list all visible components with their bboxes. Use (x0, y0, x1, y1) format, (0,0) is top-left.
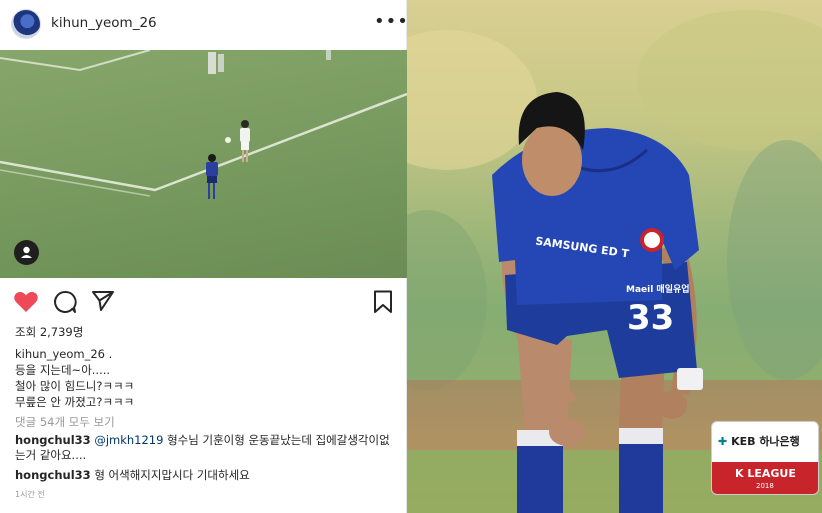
post-actions (0, 280, 407, 324)
k-league-banner: K LEAGUE 2018 (712, 462, 818, 494)
avatar[interactable] (11, 9, 41, 39)
person-icon (21, 246, 32, 258)
post-timestamp: 1시간 전 (15, 490, 45, 499)
caption-username[interactable]: kihun_yeom_26 . (15, 347, 112, 361)
shorts-sponsor: Maeil 매일유업 (626, 285, 690, 295)
k-league-label: K LEAGUE (735, 467, 796, 480)
comment-username[interactable]: hongchul33 (15, 468, 91, 482)
comment: hongchul33 형 어색해지지맙시다 기대하세요 (15, 468, 395, 483)
comment-text: 형 어색해지지맙시다 기대하세요 (94, 468, 250, 482)
post-header: kihun_yeom_26 ••• (0, 0, 409, 50)
soccer-field-illustration (0, 50, 407, 199)
comment: hongchul33 @jmkh1219 형수님 기훈이형 운동끝났는데 집에갈… (15, 433, 395, 463)
post-username[interactable]: kihun_yeom_26 (51, 15, 157, 31)
k-league-year: 2018 (756, 482, 774, 490)
heart-icon[interactable] (13, 290, 39, 314)
view-all-comments-link[interactable]: 댓글 54개 모두 보기 (15, 414, 115, 430)
comment-username[interactable]: hongchul33 (15, 433, 91, 447)
post-video[interactable] (0, 50, 407, 278)
player-photo: SAMSUNG ED T Maeil 매일유업 33 ✚ KEB 하나은행 K … (407, 0, 822, 513)
view-count: 조회 2,739명 (15, 325, 84, 339)
k-league-badge: ✚ KEB 하나은행 K LEAGUE 2018 (711, 421, 819, 495)
comment-icon[interactable] (53, 290, 77, 314)
instagram-post: kihun_yeom_26 ••• 조회 2,739명 kihun_yeom_2… (0, 0, 409, 513)
sponsor-logo: ✚ KEB 하나은행 (718, 435, 800, 448)
caption-line: 무릎은 안 까졌고?ㅋㅋㅋ (15, 395, 135, 409)
caption-line: 등을 지는데~아..... (15, 363, 111, 377)
more-options-icon[interactable]: ••• (374, 12, 409, 32)
comment-mention[interactable]: @jmkh1219 (94, 433, 163, 447)
caption-line: 철아 많이 힘드니?ㅋㅋㅋ (15, 379, 135, 393)
user-tag-button[interactable] (14, 240, 39, 265)
player-number: 33 (627, 298, 675, 338)
share-icon[interactable] (91, 290, 115, 312)
bookmark-icon[interactable] (373, 290, 393, 314)
